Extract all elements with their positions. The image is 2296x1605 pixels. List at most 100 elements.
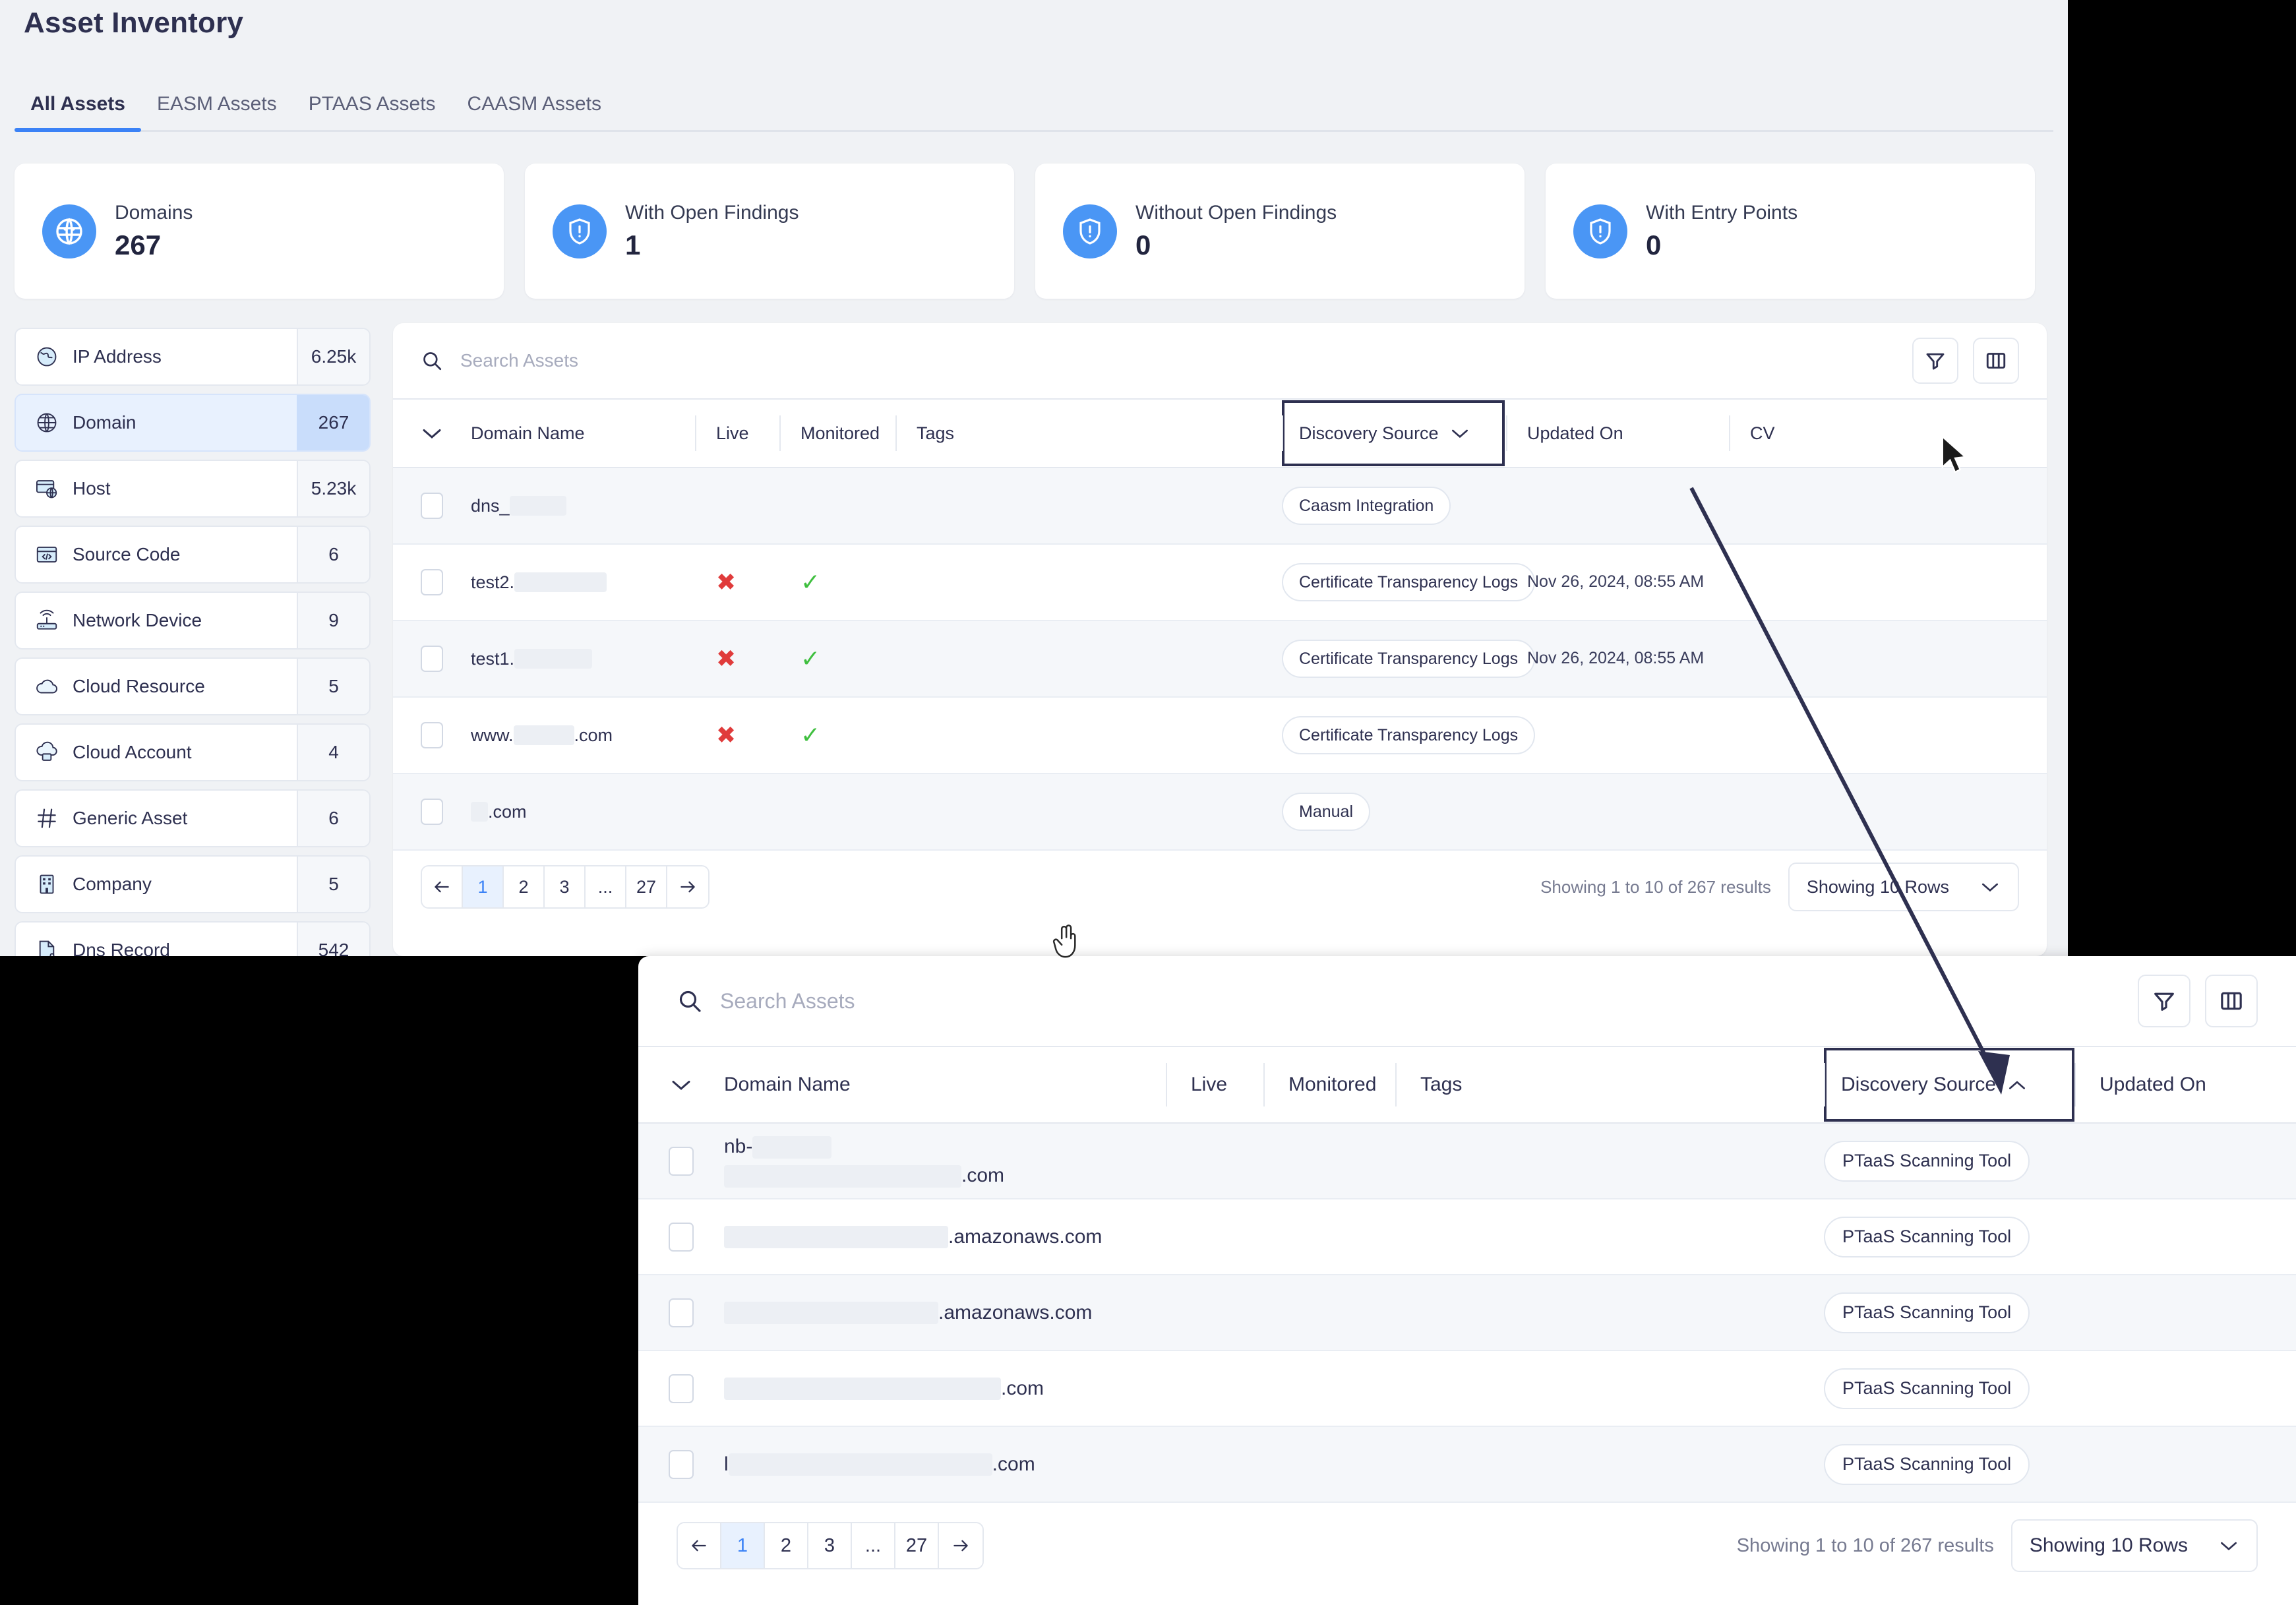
tab-ptaas-assets[interactable]: PTAAS Assets	[293, 93, 452, 130]
row-checkbox[interactable]	[669, 1222, 694, 1252]
column-header-tags[interactable]: Tags	[895, 400, 1282, 467]
asset-type-company[interactable]: Company 5	[15, 855, 371, 913]
inset-column-header-discovery-source[interactable]: Discovery Source	[1824, 1047, 2074, 1122]
inset-column-header-live[interactable]: Live	[1166, 1047, 1263, 1122]
pagination-prev[interactable]	[422, 866, 463, 907]
asset-type-cloud-account[interactable]: Cloud Account 4	[15, 723, 371, 781]
inset-footer-right: Showing 1 to 10 of 267 results Showing 1…	[1737, 1519, 2258, 1572]
asset-type-count: 6	[297, 527, 369, 582]
domain-name-suffix: .com	[574, 725, 613, 745]
table-row[interactable]: test1. ✖ ✓ Certificate Transparency Logs…	[393, 621, 2047, 698]
column-label: Domain Name	[471, 423, 585, 443]
pagination-page-3[interactable]: 3	[545, 866, 586, 907]
discovery-source-badge: PTaaS Scanning Tool	[1824, 1216, 2030, 1257]
column-label: Monitored	[1288, 1074, 1377, 1095]
asset-type-label-wrap: Network Device	[16, 593, 297, 648]
row-checkbox[interactable]	[421, 493, 443, 519]
asset-type-ip-address[interactable]: IP Address 6.25k	[15, 328, 371, 386]
stat-card-with-open-findings[interactable]: With Open Findings 1	[525, 164, 1014, 299]
inset-table-row[interactable]: nb- .com PTaaS Scanning Tool	[638, 1124, 2296, 1199]
inset-column-header-tags[interactable]: Tags	[1395, 1047, 1824, 1122]
pagination-page-2[interactable]: 2	[504, 866, 545, 907]
inset-pagination-next[interactable]	[939, 1523, 982, 1568]
cell-discovery-source: PTaaS Scanning Tool	[1824, 1351, 2074, 1426]
domain-name-suffix: .amazonaws.com	[938, 1301, 1093, 1323]
inset-table-row[interactable]: .com PTaaS Scanning Tool	[638, 1351, 2296, 1427]
stat-card-domains[interactable]: Domains 267	[15, 164, 504, 299]
table-row[interactable]: www. .com ✖ ✓ Certificate Transparency Lo…	[393, 698, 2047, 774]
inset-pagination-prev[interactable]	[678, 1523, 721, 1568]
inset-table-row[interactable]: l .com PTaaS Scanning Tool	[638, 1427, 2296, 1503]
inset-filter-button[interactable]	[2138, 975, 2190, 1027]
tab-easm-assets[interactable]: EASM Assets	[141, 93, 293, 130]
filter-button[interactable]	[1912, 338, 1958, 384]
row-checkbox[interactable]	[669, 1298, 694, 1327]
row-checkbox[interactable]	[669, 1146, 694, 1176]
row-checkbox[interactable]	[669, 1374, 694, 1403]
asset-type-label: Cloud Account	[73, 742, 192, 762]
inset-expand-all-toggle[interactable]	[638, 1047, 724, 1122]
column-header-domain-name[interactable]: Domain Name	[471, 400, 695, 467]
cell-domain-name: test1.	[471, 621, 695, 696]
pagination-next[interactable]	[667, 866, 708, 907]
inset-discovery-source-highlight-box[interactable]: Discovery Source	[1824, 1048, 2074, 1122]
column-header-discovery-source[interactable]: Discovery Source	[1282, 400, 1506, 467]
inset-pagination-page-2[interactable]: 2	[765, 1523, 808, 1568]
asset-type-domain[interactable]: Domain 267	[15, 394, 371, 452]
tab-all-assets[interactable]: All Assets	[15, 93, 141, 132]
inset-pagination-page-3[interactable]: 3	[808, 1523, 852, 1568]
filter-icon	[2154, 992, 2174, 1011]
cell-updated-on	[1506, 468, 1729, 543]
inset-column-header-domain-name[interactable]: Domain Name	[724, 1047, 1166, 1122]
row-checkbox[interactable]	[421, 569, 443, 595]
inset-rows-per-page-select[interactable]: Showing 10 Rows	[2010, 1519, 2258, 1572]
cell-discovery-source: Certificate Transparency Logs	[1282, 698, 1536, 773]
asset-type-count: 4	[297, 725, 369, 780]
inset-column-header-updated-on[interactable]: Updated On	[2074, 1047, 2272, 1122]
asset-type-host[interactable]: Host 5.23k	[15, 460, 371, 518]
cell-live	[1166, 1199, 1263, 1274]
asset-type-source-code[interactable]: Source Code 6	[15, 526, 371, 584]
cell-live	[695, 468, 779, 543]
asset-type-dns-record[interactable]: Dns Record 542	[15, 921, 371, 956]
stat-card-with-entry-points[interactable]: With Entry Points 0	[1546, 164, 2035, 299]
cross-icon: ✖	[716, 645, 737, 672]
inset-column-header-monitored[interactable]: Monitored	[1263, 1047, 1395, 1122]
asset-type-label-wrap: Cloud Account	[16, 725, 297, 780]
discovery-source-highlight-box[interactable]: Discovery Source	[1282, 400, 1505, 466]
row-checkbox[interactable]	[421, 799, 443, 825]
inset-search-input[interactable]	[720, 988, 1116, 1014]
pagination-page-27[interactable]: 27	[626, 866, 667, 907]
table-row[interactable]: dns_ Caasm Integration	[393, 468, 2047, 545]
column-header-cve[interactable]: CV	[1729, 400, 1848, 467]
inset-table-row[interactable]: .amazonaws.com PTaaS Scanning Tool	[638, 1275, 2296, 1351]
cloud-icon	[36, 679, 57, 694]
asset-type-network-device[interactable]: Network Device 9	[15, 591, 371, 650]
asset-type-label: Cloud Resource	[73, 676, 205, 696]
tab-caasm-assets[interactable]: CAASM Assets	[452, 93, 617, 130]
expand-all-toggle[interactable]	[393, 400, 471, 467]
row-select-cell	[393, 545, 471, 620]
stat-card-without-open-findings[interactable]: Without Open Findings 0	[1035, 164, 1525, 299]
cell-monitored	[1263, 1124, 1395, 1198]
asset-type-label-wrap: Source Code	[16, 527, 297, 582]
table-row[interactable]: test2. ✖ ✓ Certificate Transparency Logs…	[393, 545, 2047, 621]
inset-pagination-page-27[interactable]: 27	[895, 1523, 939, 1568]
inset-columns-button[interactable]	[2205, 975, 2258, 1027]
search-input[interactable]	[460, 350, 856, 371]
table-row[interactable]: .com Manual	[393, 774, 2047, 851]
column-header-monitored[interactable]: Monitored	[779, 400, 895, 467]
column-header-live[interactable]: Live	[695, 400, 779, 467]
column-label: Discovery Source	[1841, 1074, 1997, 1095]
inset-table-row[interactable]: .amazonaws.com PTaaS Scanning Tool	[638, 1199, 2296, 1275]
row-checkbox[interactable]	[421, 646, 443, 672]
row-checkbox[interactable]	[669, 1449, 694, 1479]
column-header-updated-on[interactable]: Updated On	[1506, 400, 1729, 467]
rows-per-page-select[interactable]: Showing 10 Rows	[1788, 863, 2019, 911]
columns-button[interactable]	[1973, 338, 2019, 384]
asset-type-generic-asset[interactable]: Generic Asset 6	[15, 789, 371, 847]
row-checkbox[interactable]	[421, 722, 443, 748]
inset-pagination-page-1[interactable]: 1	[721, 1523, 765, 1568]
asset-type-cloud-resource[interactable]: Cloud Resource 5	[15, 657, 371, 715]
pagination-page-1[interactable]: 1	[463, 866, 504, 907]
